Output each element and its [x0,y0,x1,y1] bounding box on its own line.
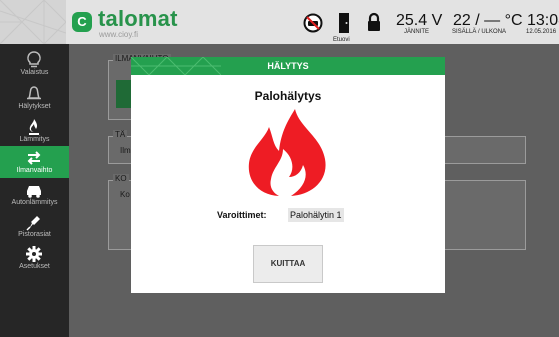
brand-logo: C [72,12,92,32]
sidebar-item-label: Pistorasiat [18,231,51,238]
fire-icon [248,109,326,196]
sidebar-item-label: Ilmanvaihto [16,167,53,174]
no-car-icon[interactable] [303,13,323,33]
voltage-value: 25.4 V [396,12,443,29]
alarm-type: Palohälytys [254,89,322,103]
door-label: Etuovi [333,37,350,43]
lock-icon[interactable] [366,12,382,32]
panel-title: KO [113,174,129,183]
car-icon [27,186,41,198]
sidebar-item-car-heating[interactable]: Autonlämmitys [0,178,69,210]
voltage-label: JÄNNITE [404,29,430,35]
bell-icon [27,86,41,100]
sensors-value: Palohälytin 1 [288,208,344,222]
ventilation-icon [27,151,41,165]
sidebar-item-sockets[interactable]: Pistorasiat [0,210,69,242]
sidebar-item-alarms[interactable]: Hälytykset [0,82,69,114]
acknowledge-button[interactable]: KUITTAA [253,245,323,283]
sidebar-item-settings[interactable]: Asetukset [0,242,69,274]
plug-icon [26,216,40,231]
bulb-icon [27,51,41,68]
logo-pattern [0,0,66,44]
panel-text: Ko [120,190,130,199]
sidebar-item-ventilation[interactable]: Ilmanvaihto [0,146,69,178]
sidebar: Valaistus Hälytykset Lämmitys Ilmanvaiht… [0,44,69,337]
temperature-value: 22 / — °C [453,12,523,29]
top-bar: C talomat www.cioy.fi Etuovi 25.4 V JÄNN… [0,0,559,44]
sidebar-item-label: Valaistus [20,69,49,76]
dialog-header: HÄLYTYS [131,57,445,75]
gear-icon [26,246,42,262]
panel-text: Ilm [120,146,131,155]
alarm-dialog: HÄLYTYS Palohälytys Varoittimet: Palohäl… [131,57,445,293]
door-icon[interactable] [337,12,351,34]
temperature-label: SISÄLLÄ / ULKONA [452,29,507,35]
panel-title: TÄ [113,130,128,139]
sidebar-item-label: Lämmitys [19,136,50,143]
heating-icon [29,119,39,135]
sidebar-item-label: Asetukset [19,263,50,270]
sidebar-item-label: Autonlämmitys [11,199,58,206]
brand-url: www.cioy.fi [99,30,138,39]
brand-name: talomat [98,6,178,31]
dialog-title: HÄLYTYS [267,61,309,71]
time-value: 13:08 [527,12,559,29]
sensors-label: Varoittimet: [217,210,267,220]
pattern-graphic [0,0,66,44]
sidebar-item-label: Hälytykset [18,103,51,110]
date-value: 12.05.2016 [526,29,557,35]
sidebar-item-heating[interactable]: Lämmitys [0,115,69,147]
sidebar-item-lighting[interactable]: Valaistus [0,48,69,80]
